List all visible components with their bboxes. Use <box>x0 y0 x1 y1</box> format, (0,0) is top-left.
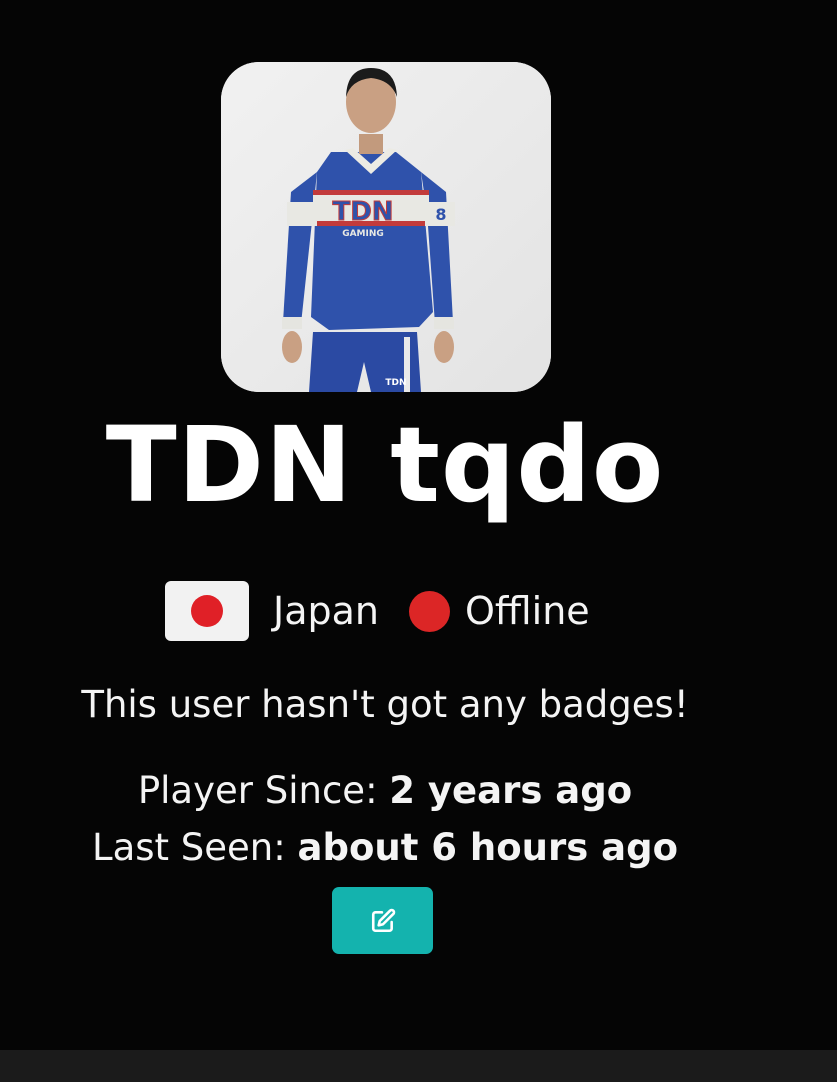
player-stats: Player Since: 2 years ago Last Seen: abo… <box>0 762 770 876</box>
profile-card: TDN GAMING 8 TDN TDN tqdo Japan Offline … <box>0 0 837 1050</box>
status-dot-icon <box>408 590 450 632</box>
japan-flag-icon <box>165 581 249 641</box>
last-seen-label: Last Seen: <box>91 826 286 869</box>
avatar: TDN GAMING 8 TDN <box>221 62 551 392</box>
last-seen-value: about 6 hours ago <box>297 826 679 869</box>
flag-sun <box>191 595 223 627</box>
jersey-text: TDN <box>332 197 393 227</box>
player-photo: TDN GAMING 8 TDN <box>221 62 551 392</box>
player-since-value: 2 years ago <box>389 769 633 812</box>
shorts-text: TDN <box>385 378 406 388</box>
username: TDN tqdo <box>105 404 665 526</box>
last-seen-row: Last Seen: about 6 hours ago <box>0 819 770 876</box>
edit-profile-button[interactable] <box>332 887 433 954</box>
player-since-row: Player Since: 2 years ago <box>0 762 770 819</box>
online-status: Offline <box>464 589 590 633</box>
bottom-bar <box>0 1050 837 1082</box>
sleeve-number: 8 <box>435 205 446 224</box>
location-status-row: Japan Offline <box>165 580 590 642</box>
badges-message: This user hasn't got any badges! <box>81 683 689 726</box>
player-since-label: Player Since: <box>137 769 378 812</box>
country-name: Japan <box>273 589 379 633</box>
edit-icon <box>371 908 395 932</box>
jersey-subtext: GAMING <box>342 229 384 239</box>
